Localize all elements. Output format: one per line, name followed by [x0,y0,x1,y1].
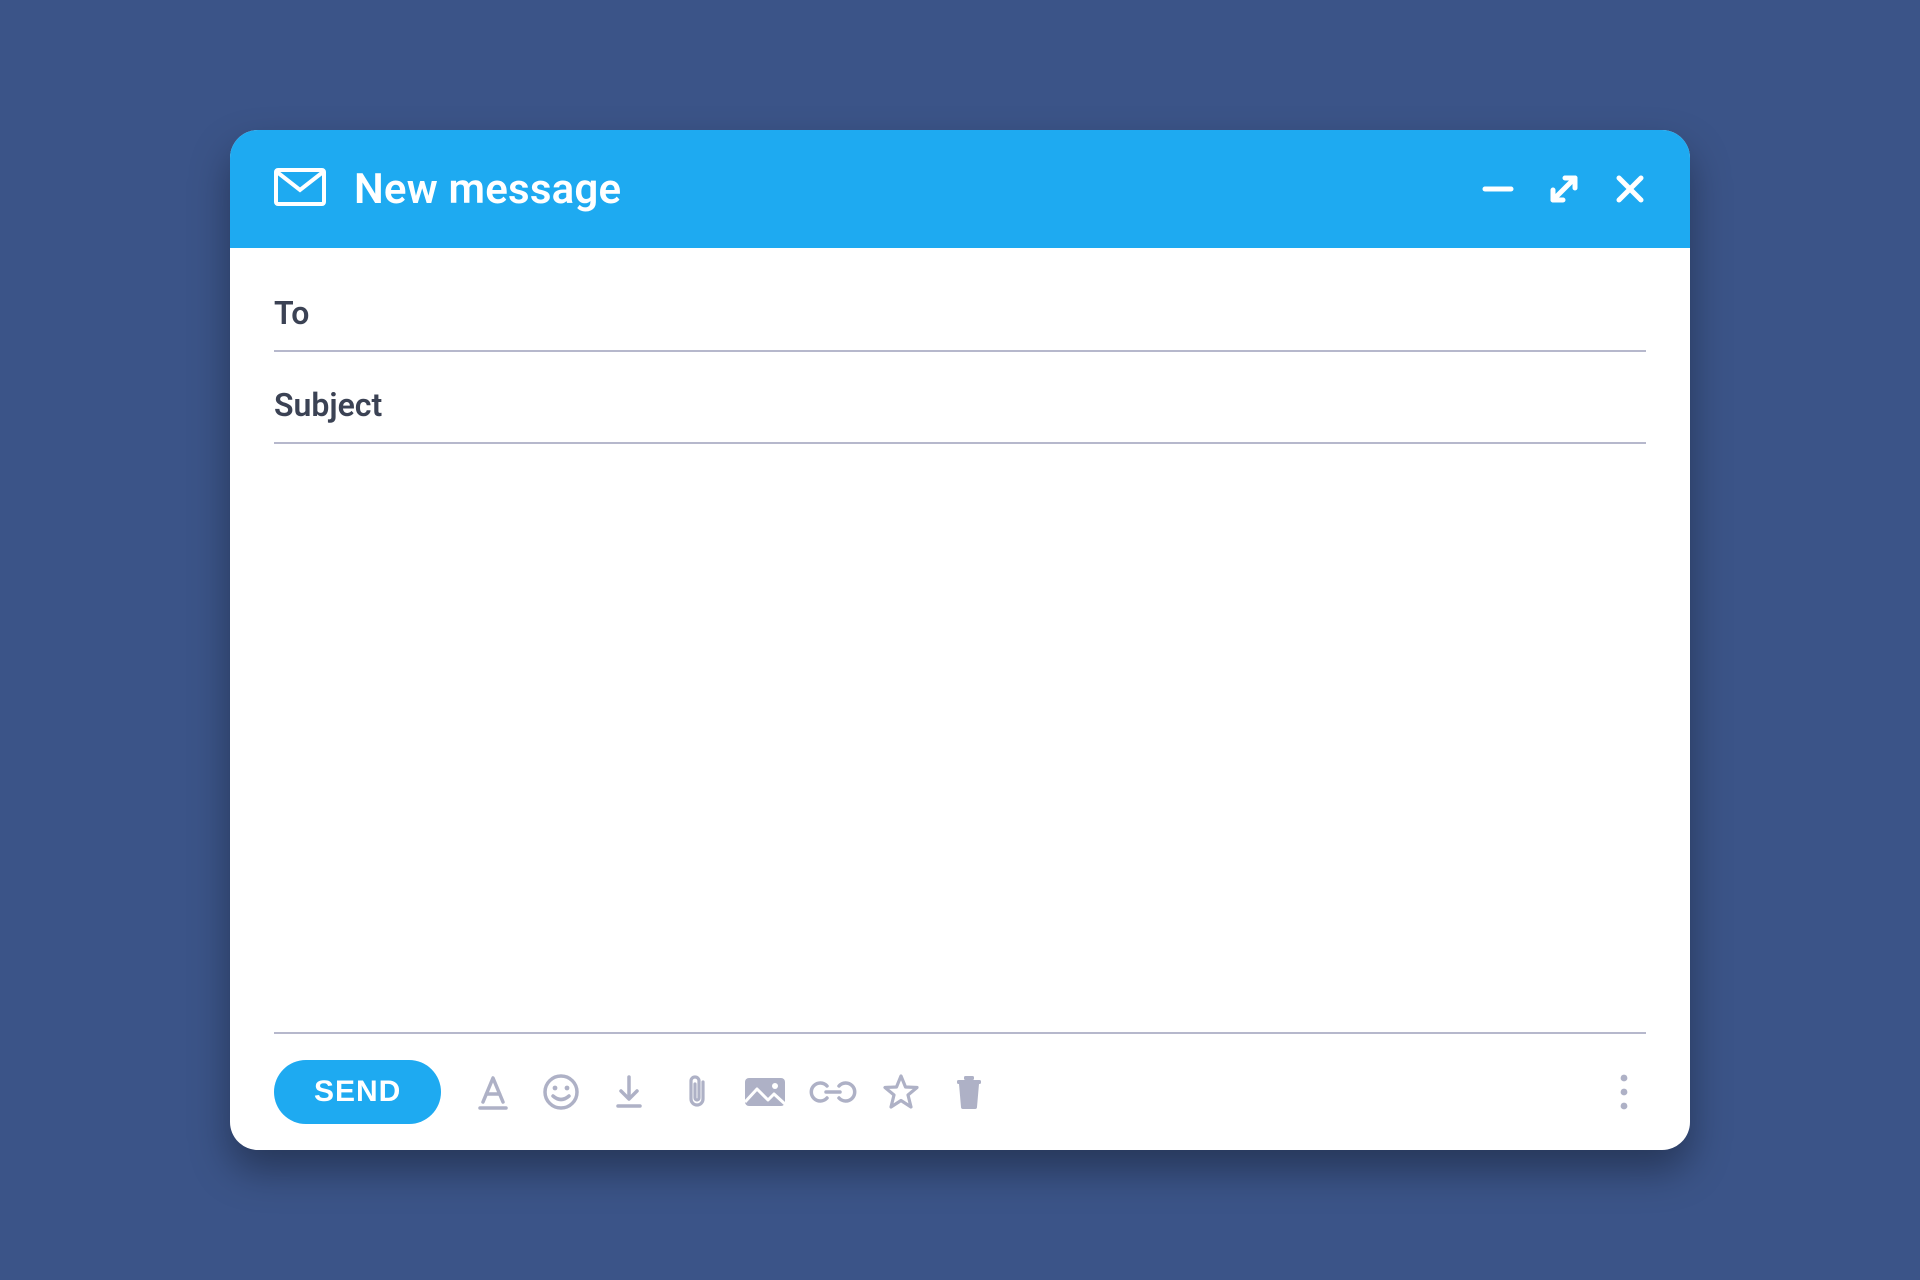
window-title: New message [354,165,621,214]
subject-label: Subject [274,386,414,424]
send-button[interactable]: SEND [274,1060,441,1124]
window-controls [1478,169,1650,209]
star-button[interactable] [879,1070,923,1114]
attach-button[interactable] [675,1070,719,1114]
envelope-icon [274,168,326,210]
insert-image-button[interactable] [743,1070,787,1114]
to-input[interactable] [414,296,1646,330]
titlebar: New message [230,130,1690,248]
subject-input[interactable] [414,388,1646,422]
delete-button[interactable] [947,1070,991,1114]
emoji-button[interactable] [539,1070,583,1114]
message-body-input[interactable] [274,444,1646,1034]
compose-toolbar: SEND [230,1034,1690,1150]
to-field-row: To [274,276,1646,352]
download-button[interactable] [607,1070,651,1114]
more-options-button[interactable] [1602,1070,1646,1114]
insert-link-button[interactable] [811,1070,855,1114]
close-button[interactable] [1610,169,1650,209]
font-format-button[interactable] [471,1070,515,1114]
compose-window: New message [230,130,1690,1150]
toolbar-icons [471,1070,991,1114]
compose-body: To Subject [230,248,1690,1034]
expand-button[interactable] [1544,169,1584,209]
minimize-button[interactable] [1478,169,1518,209]
to-label: To [274,294,414,332]
subject-field-row: Subject [274,368,1646,444]
